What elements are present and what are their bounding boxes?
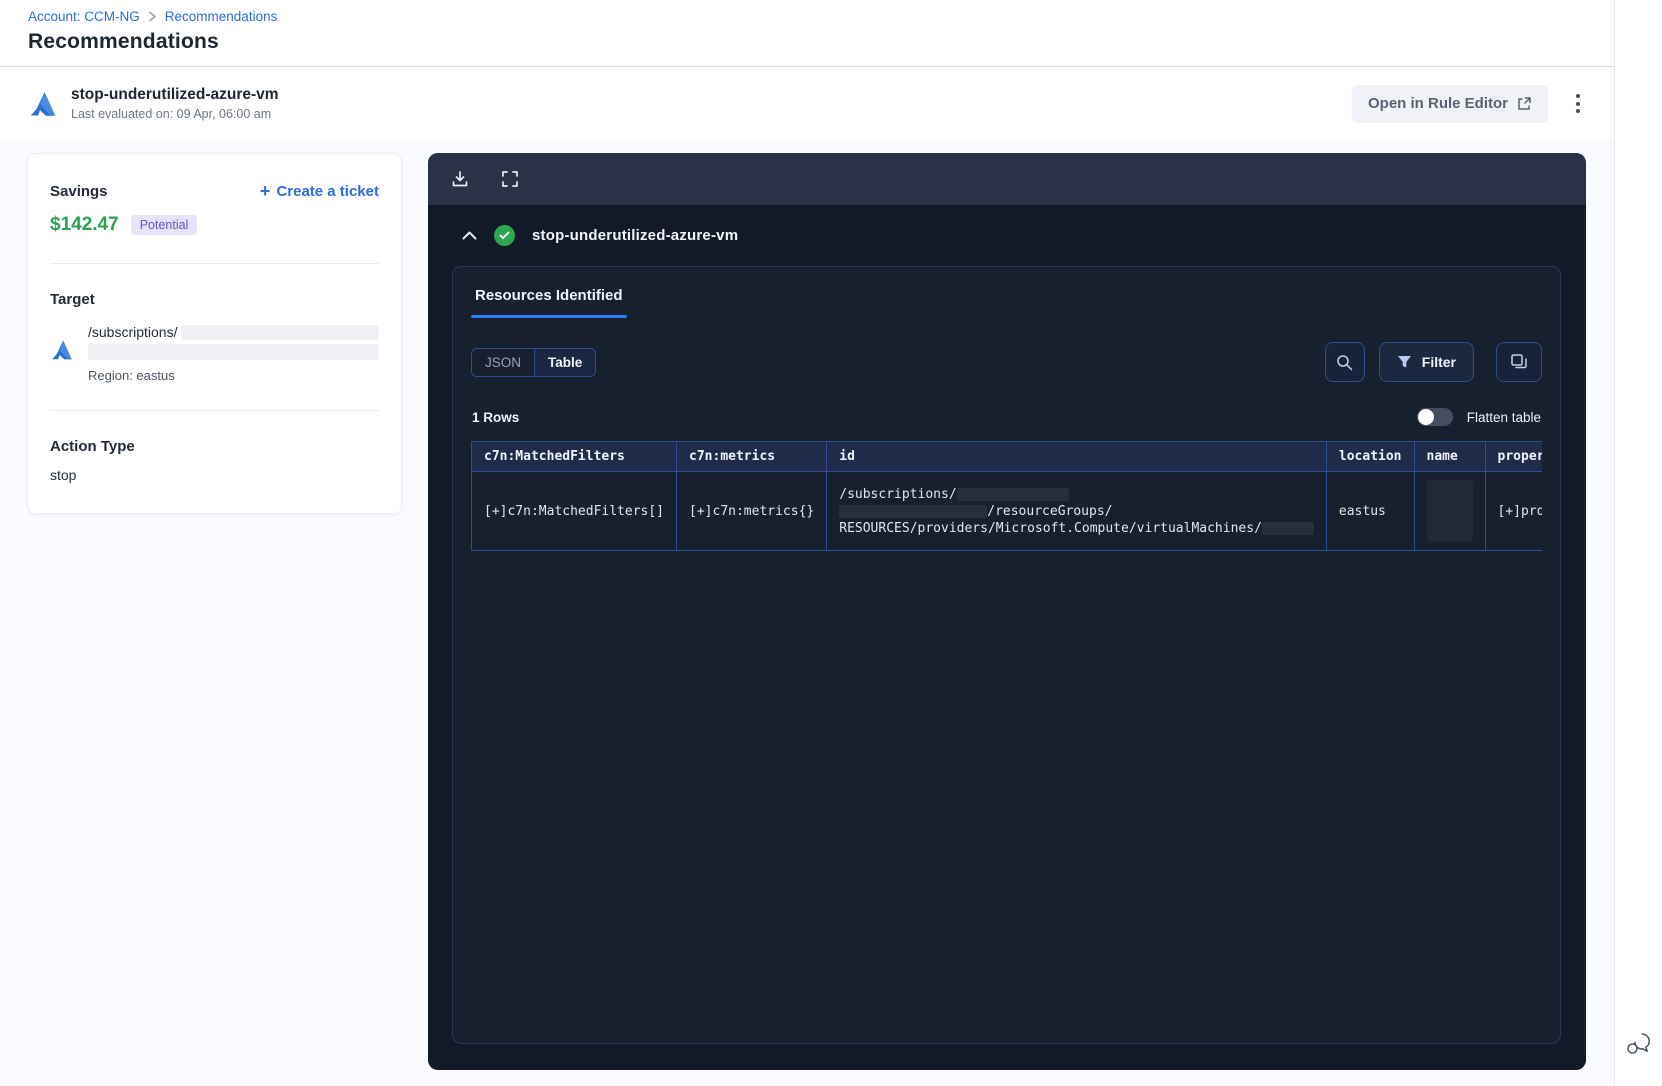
create-ticket-button[interactable]: + Create a ticket: [260, 182, 379, 200]
filter-icon: [1397, 356, 1411, 368]
tab-label: Resources Identified: [475, 287, 623, 304]
cell-metrics[interactable]: [+]c7n:metrics{}: [676, 471, 828, 551]
target-region: Region: eastus: [88, 368, 175, 383]
savings-card: Savings + Create a ticket $142.47 Potent…: [27, 153, 402, 514]
flatten-table-label: Flatten table: [1466, 409, 1541, 425]
col-properties[interactable]: properties: [1484, 441, 1542, 472]
col-location[interactable]: location: [1325, 441, 1415, 472]
collapse-chevron-icon[interactable]: [462, 231, 477, 240]
azure-icon: [30, 91, 56, 116]
col-name[interactable]: name: [1413, 441, 1486, 472]
success-check-icon: [494, 225, 515, 246]
fullscreen-icon[interactable]: [500, 169, 520, 189]
create-ticket-label: Create a ticket: [276, 182, 379, 200]
tab-resources-identified[interactable]: Resources Identified: [471, 287, 627, 318]
action-type-label: Action Type: [50, 438, 135, 455]
potential-badge: Potential: [130, 215, 198, 235]
table-row: [+]c7n:MatchedFilters[] [+]c7n:metrics{}…: [471, 471, 1542, 551]
col-id[interactable]: id: [826, 441, 1327, 472]
cell-name[interactable]: [1413, 471, 1486, 551]
redacted-value: [1261, 521, 1314, 535]
search-button[interactable]: [1324, 342, 1365, 382]
redacted-value: [1426, 480, 1473, 542]
card-divider: [50, 410, 379, 411]
open-in-rule-editor-label: Open in Rule Editor: [1367, 95, 1508, 112]
main-area: Savings + Create a ticket $142.47 Potent…: [0, 140, 1614, 1086]
target-label: Target: [50, 291, 95, 308]
resources-table: c7n:MatchedFilters c7n:metrics id locati…: [471, 441, 1542, 551]
redacted-value: [956, 487, 1069, 501]
flatten-table-toggle[interactable]: [1416, 408, 1453, 426]
resources-table-wrap: c7n:MatchedFilters c7n:metrics id locati…: [471, 441, 1542, 551]
breadcrumb-chevron-icon: [148, 11, 157, 22]
viewer-body: stop-underutilized-azure-vm Resources Id…: [428, 205, 1586, 1070]
chat-icon[interactable]: [1626, 1032, 1652, 1056]
col-metrics[interactable]: c7n:metrics: [676, 441, 828, 472]
card-divider: [50, 263, 379, 264]
recommendation-title: stop-underutilized-azure-vm: [71, 86, 279, 103]
search-icon: [1337, 354, 1353, 370]
action-type-value: stop: [50, 467, 77, 483]
viewer-toolbar: [428, 153, 1586, 205]
breadcrumb-current-link[interactable]: Recommendations: [165, 9, 278, 24]
filter-label: Filter: [1421, 354, 1456, 370]
topbar: Account: CCM-NG Recommendations Recommen…: [0, 0, 1614, 67]
cell-matched-filters[interactable]: [+]c7n:MatchedFilters[]: [471, 471, 678, 551]
open-in-rule-editor-button[interactable]: Open in Rule Editor: [1351, 84, 1548, 123]
savings-label: Savings: [50, 182, 108, 200]
filter-button[interactable]: Filter: [1378, 342, 1474, 382]
breadcrumb-account-link[interactable]: Account: CCM-NG: [28, 9, 140, 24]
download-icon[interactable]: [450, 169, 470, 189]
plus-icon: +: [259, 181, 271, 201]
resources-identified-panel: Resources Identified JSON Table Filter 1…: [452, 266, 1561, 1044]
cell-location[interactable]: eastus: [1325, 471, 1415, 551]
right-gutter: [1614, 0, 1662, 1086]
col-matched-filters[interactable]: c7n:MatchedFilters: [471, 441, 678, 472]
kebab-menu-icon[interactable]: [1570, 88, 1586, 119]
tab-active-underline: [471, 315, 627, 318]
cell-properties[interactable]: [+]properties{}: [1484, 471, 1542, 551]
recommendation-header: stop-underutilized-azure-vm Last evaluat…: [0, 67, 1614, 140]
redacted-value: [839, 504, 988, 518]
resources-viewer-panel: stop-underutilized-azure-vm Resources Id…: [428, 153, 1586, 1070]
redacted-value: [181, 324, 379, 340]
table-header-row: c7n:MatchedFilters c7n:metrics id locati…: [471, 441, 1542, 472]
breadcrumb: Account: CCM-NG Recommendations: [28, 9, 1586, 24]
copy-button[interactable]: [1496, 342, 1542, 382]
rule-name: stop-underutilized-azure-vm: [532, 227, 739, 244]
copy-icon: [1511, 354, 1527, 369]
view-mode-json[interactable]: JSON: [472, 349, 534, 376]
rows-count: 1 Rows: [472, 409, 520, 425]
external-link-icon: [1518, 97, 1531, 110]
recommendation-subtitle: Last evaluated on: 09 Apr, 06:00 am: [71, 107, 272, 121]
view-mode-toggle: JSON Table: [471, 347, 597, 377]
target-path: /subscriptions/: [88, 324, 178, 340]
page-title: Recommendations: [28, 30, 219, 53]
view-mode-table[interactable]: Table: [534, 348, 596, 376]
cell-id[interactable]: /subscriptions/ /resourceGroups/ RESOURC…: [826, 471, 1327, 551]
azure-icon: [52, 340, 72, 360]
redacted-value: [88, 344, 379, 360]
page: Account: CCM-NG Recommendations Recommen…: [0, 0, 1662, 1086]
savings-amount: $142.47: [50, 214, 119, 235]
